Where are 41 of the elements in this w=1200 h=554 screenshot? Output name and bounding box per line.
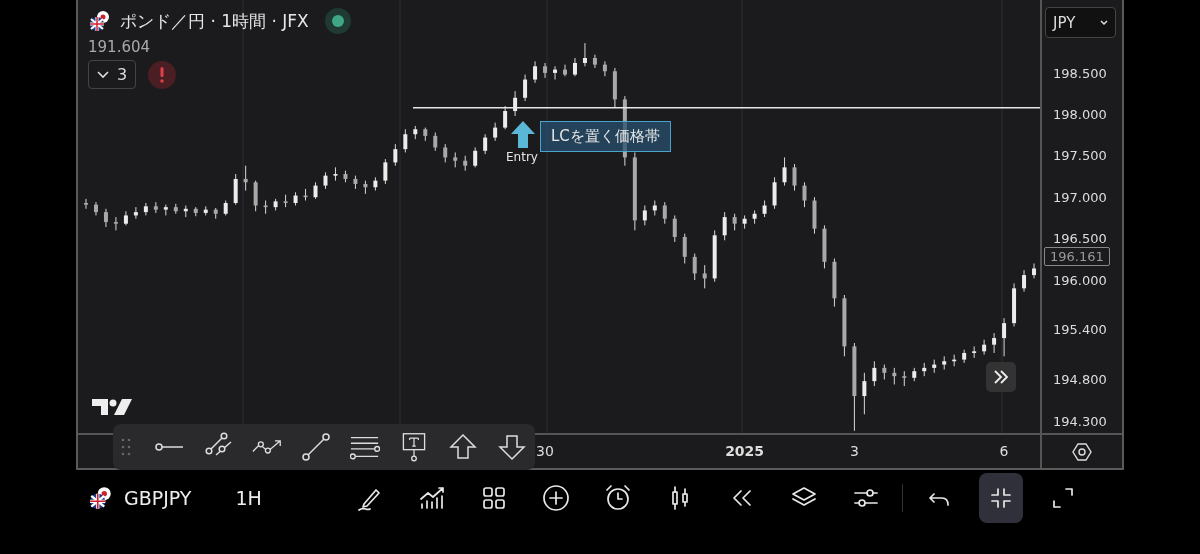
scroll-to-latest-button[interactable] bbox=[986, 362, 1016, 392]
flag-icon bbox=[88, 9, 112, 33]
entry-label: Entry bbox=[506, 150, 538, 164]
indicators-toggle[interactable]: 3 bbox=[88, 60, 137, 89]
time-label: 30 bbox=[536, 443, 554, 459]
price-tick: 198.500 bbox=[1053, 65, 1107, 81]
callout-label[interactable]: LCを置く価格帯 bbox=[540, 121, 671, 152]
arrow-up-icon bbox=[511, 121, 535, 148]
price-tick: 197.500 bbox=[1053, 148, 1107, 164]
horizontal-line[interactable] bbox=[412, 106, 1040, 109]
drag-handle-icon[interactable] bbox=[121, 437, 131, 457]
settings-icon[interactable] bbox=[1072, 441, 1092, 462]
symbol-button[interactable]: GBPJPY bbox=[124, 487, 192, 509]
chart-growth-icon bbox=[417, 484, 446, 512]
price-tick: 196.500 bbox=[1053, 231, 1107, 247]
flag-icon bbox=[88, 485, 114, 511]
arrow-down-icon[interactable] bbox=[497, 432, 527, 462]
price-tick: 195.400 bbox=[1053, 322, 1107, 338]
price-tick: 198.000 bbox=[1053, 107, 1107, 122]
current-price-label: 196.161 bbox=[1044, 247, 1110, 267]
plus-icon bbox=[541, 484, 570, 512]
collapse-button[interactable] bbox=[978, 473, 1023, 523]
last-price: 191.604 bbox=[88, 38, 152, 56]
arrow-up-icon[interactable] bbox=[448, 432, 478, 462]
price-tick: 194.300 bbox=[1053, 413, 1107, 429]
time-label: 3 bbox=[849, 443, 859, 459]
chevron-down-icon bbox=[1100, 19, 1108, 26]
logo-icon bbox=[92, 397, 132, 417]
symbol-title: ポンド／円 · 1時間 · JFX bbox=[120, 9, 309, 33]
interval-button[interactable]: 1H bbox=[235, 487, 262, 509]
alarm-clock-icon bbox=[603, 484, 632, 512]
currency-dropdown[interactable]: JPY bbox=[1045, 7, 1116, 38]
time-label: 2025 bbox=[725, 443, 765, 459]
double-chevron-icon bbox=[993, 370, 1009, 384]
price-tick: 197.000 bbox=[1053, 189, 1107, 205]
chevron-down-icon bbox=[97, 70, 109, 79]
price-tick: 196.000 bbox=[1053, 272, 1107, 288]
error-icon[interactable] bbox=[148, 60, 177, 89]
trend-line-icon[interactable] bbox=[301, 432, 331, 462]
time-label: 6 bbox=[999, 443, 1009, 459]
price-tick: 194.800 bbox=[1053, 372, 1107, 388]
